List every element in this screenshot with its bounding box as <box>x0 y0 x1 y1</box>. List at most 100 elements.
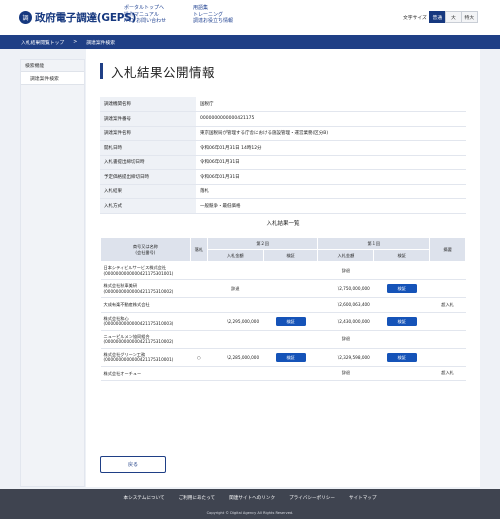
table-row: 株式会社秋車美研 (0000000000000421175310002) 辞退 \2,… <box>100 279 466 298</box>
procurement-info-link[interactable]: 調達お役立ち情報 <box>193 18 233 25</box>
bidder-cell: 株式会社グリーン工務 (0000000000000421175310001) <box>100 348 191 367</box>
info-row: 入札書提出締切日時 令和06年01月31日 <box>100 155 466 170</box>
info-value: 令和06年01月31日 <box>196 155 466 170</box>
font-size-xlarge-button[interactable]: 特大 <box>460 11 478 23</box>
info-value: 0000000000000421175 <box>196 111 466 127</box>
remarks-cell <box>429 348 466 367</box>
round2-verify-cell <box>263 279 318 298</box>
table-row: 株式会社オーチュー 辞退 超入札 <box>100 366 466 381</box>
verify-button[interactable]: 検証 <box>386 316 417 326</box>
bidder-name: 大成有楽不動産株式会社 <box>103 302 150 307</box>
font-size-normal-button[interactable]: 普通 <box>428 11 446 23</box>
col-round2-verify: 検証 <box>262 249 319 262</box>
remarks-cell <box>429 330 466 349</box>
round2-amount <box>207 261 264 280</box>
bidder-code: (0000000000000421175310002) <box>103 288 174 294</box>
sidebar-heading-search: 検索機能 <box>21 60 84 72</box>
site-footer: 本システムについて ご利用にあたって 関連サイトへのリンク プライバシーポリシー… <box>0 489 500 519</box>
bidder-cell: 株式会社和心 (0000000000000421175310003) <box>100 312 191 331</box>
geps-logo-icon: 調 <box>19 11 32 24</box>
round1-amount: \2,430,000,000 <box>317 312 374 331</box>
footer-link-related[interactable]: 関連サイトへのリンク <box>229 495 275 501</box>
site-logo[interactable]: 調 政府電子調達(GEPS) <box>19 10 136 25</box>
info-value: 落札 <box>196 184 466 199</box>
header-links-secondary: 用語集 トレーニング 調達お役立ち情報 <box>193 5 233 25</box>
font-size-label: 文字サイズ <box>403 15 427 21</box>
info-row: 開札日時 令和06年01月31日 14時12分 <box>100 140 466 156</box>
remarks-cell: 超入札 <box>429 366 466 381</box>
round1-amount: \2,329,598,000 <box>317 348 374 367</box>
award-cell <box>190 312 208 331</box>
round2-amount <box>207 297 264 313</box>
round2-amount <box>207 366 264 381</box>
info-key: 調達機関名称 <box>100 97 196 112</box>
round1-verify-cell: 検証 <box>373 312 430 331</box>
results-table: 商号又は名称 (会社番号) 落札 第２回 第１回 摘要 入札金額 検証 入札金額… <box>100 237 466 381</box>
round1-verify-cell <box>373 366 430 381</box>
verify-button[interactable]: 検証 <box>275 352 306 362</box>
award-cell <box>190 330 208 349</box>
award-cell <box>190 279 208 298</box>
round2-verify-cell: 検証 <box>263 348 318 367</box>
faq-link[interactable]: FAQ･お問い合わせ <box>124 18 166 25</box>
table-row: ニューピルメン協同組合 (0000000000000421175310002) 辞退 <box>100 330 466 349</box>
verify-button[interactable]: 検証 <box>386 352 417 362</box>
round1-amount: 辞退 <box>317 261 374 280</box>
info-key: 入札結果 <box>100 184 196 199</box>
bidder-code: (0000000000000421175310003) <box>103 321 174 326</box>
table-row: 株式会社グリーン工務 (0000000000000421175310001) ○ \2… <box>100 348 466 367</box>
info-key: 予定価格提出締切日時 <box>100 169 196 185</box>
bidder-cell: 株式会社オーチュー <box>100 366 191 381</box>
breadcrumb: 入札結果閲覧トップ > 調達案件検索 <box>0 35 500 49</box>
back-button[interactable]: 戻る <box>100 456 166 473</box>
col-remarks: 摘要 <box>429 237 466 262</box>
sidebar-item-case-search[interactable]: 調達案件検索 <box>21 72 84 85</box>
bidder-code: (0000000000000421175310002) <box>103 339 174 344</box>
verify-button[interactable]: 検証 <box>386 284 417 293</box>
col-round2-amount: 入札金額 <box>206 249 264 262</box>
award-cell: ○ <box>190 348 208 367</box>
footer-link-terms[interactable]: ご利用にあたって <box>179 495 216 501</box>
round1-amount: \2,750,000,000 <box>317 279 374 298</box>
info-key: 調達案件番号 <box>100 111 196 127</box>
round1-verify-cell: 検証 <box>373 348 430 367</box>
main-content: 入札結果公開情報 調達機関名称 国税庁 調達案件番号 0000000000000421… <box>86 49 480 487</box>
round1-verify-cell <box>373 297 430 313</box>
info-key: 入札方式 <box>100 198 196 214</box>
info-row: 入札方式 一般競争・最低価格 <box>100 198 466 214</box>
remarks-cell <box>429 261 466 280</box>
remarks-cell: 超入札 <box>429 297 466 313</box>
info-key: 入札書提出締切日時 <box>100 155 196 170</box>
col-bidder: 商号又は名称 (会社番号) <box>100 237 191 262</box>
info-key: 開札日時 <box>100 140 196 156</box>
footer-link-privacy[interactable]: プライバシーポリシー <box>289 495 335 501</box>
round2-amount <box>207 330 264 349</box>
header-links-primary: ポータルトップへ 操作マニュアル FAQ･お問い合わせ <box>124 5 166 25</box>
info-row: 調達機関名称 国税庁 <box>100 97 466 112</box>
case-info-table: 調達機関名称 国税庁 調達案件番号 0000000000000421175 調達案件名称… <box>100 97 466 214</box>
award-cell <box>190 261 208 280</box>
round1-verify-cell <box>373 261 430 280</box>
copyright: Copyright © Digital Agency All Rights Re… <box>206 511 294 515</box>
bidder-cell: 日本シティビルサービス株式会社 (000000000000042117530100… <box>100 261 191 280</box>
footer-link-sitemap[interactable]: サイトマップ <box>349 495 377 501</box>
info-row: 調達案件番号 0000000000000421175 <box>100 111 466 127</box>
font-size-large-button[interactable]: 大 <box>444 11 462 23</box>
round2-amount: \2,285,000,000 <box>207 348 264 367</box>
award-cell <box>190 366 208 381</box>
round2-verify-cell <box>263 366 318 381</box>
font-size-switcher: 文字サイズ 普通 大 特大 <box>403 11 478 23</box>
portal-top-link[interactable]: ポータルトップへ <box>124 5 166 12</box>
round1-verify-cell <box>373 330 430 349</box>
site-title: 政府電子調達(GEPS) <box>35 12 137 24</box>
verify-button[interactable]: 検証 <box>275 316 306 326</box>
round1-verify-cell: 検証 <box>373 279 430 298</box>
round2-amount: 辞退 <box>207 279 264 298</box>
breadcrumb-top-link[interactable]: 入札結果閲覧トップ <box>21 39 64 46</box>
round2-verify-cell <box>263 261 318 280</box>
info-value: 令和06年01月31日 14時12分 <box>196 140 466 156</box>
page-title: 入札結果公開情報 <box>100 63 215 80</box>
footer-link-about[interactable]: 本システムについて <box>124 495 165 501</box>
col-round1-verify: 検証 <box>373 249 431 262</box>
bidder-cell: 大成有楽不動産株式会社 <box>100 297 191 313</box>
